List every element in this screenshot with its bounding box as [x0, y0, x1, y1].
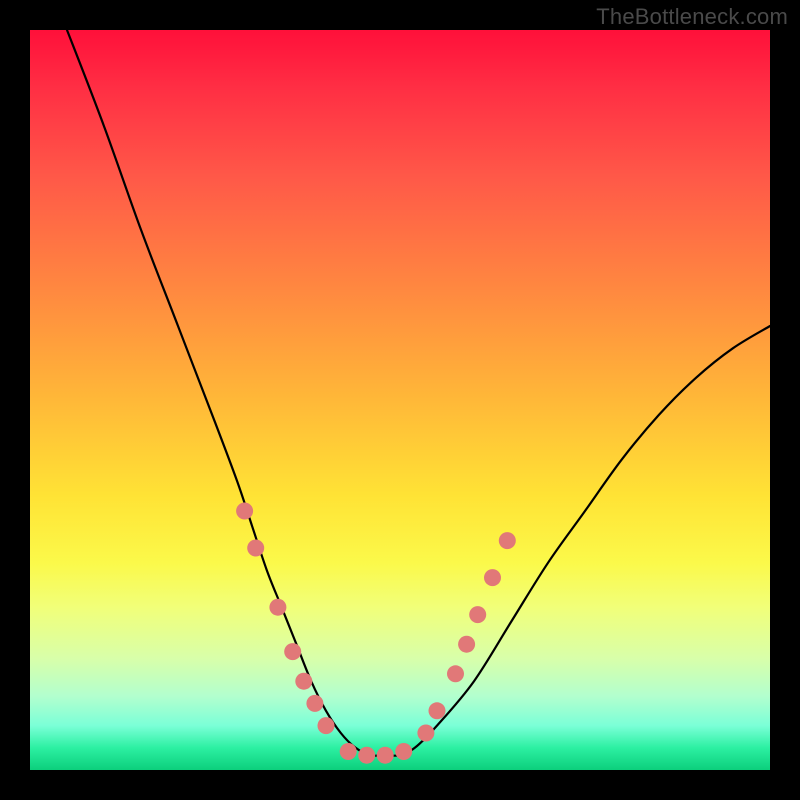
dot-marker — [499, 532, 516, 549]
dot-marker — [395, 743, 412, 760]
dot-marker — [447, 665, 464, 682]
dot-marker — [358, 747, 375, 764]
dot-marker — [295, 673, 312, 690]
dot-marker — [318, 717, 335, 734]
dot-marker — [236, 503, 253, 520]
dot-markers — [236, 503, 516, 764]
dot-marker — [284, 643, 301, 660]
dot-marker — [458, 636, 475, 653]
watermark-text: TheBottleneck.com — [596, 4, 788, 30]
dot-marker — [484, 569, 501, 586]
chart-frame: TheBottleneck.com — [0, 0, 800, 800]
dot-marker — [417, 725, 434, 742]
dot-marker — [377, 747, 394, 764]
dot-marker — [247, 540, 264, 557]
chart-svg — [30, 30, 770, 770]
dot-marker — [306, 695, 323, 712]
dot-marker — [429, 702, 446, 719]
dot-marker — [340, 743, 357, 760]
plot-area — [30, 30, 770, 770]
bottleneck-curve — [67, 30, 770, 756]
dot-marker — [469, 606, 486, 623]
dot-marker — [269, 599, 286, 616]
